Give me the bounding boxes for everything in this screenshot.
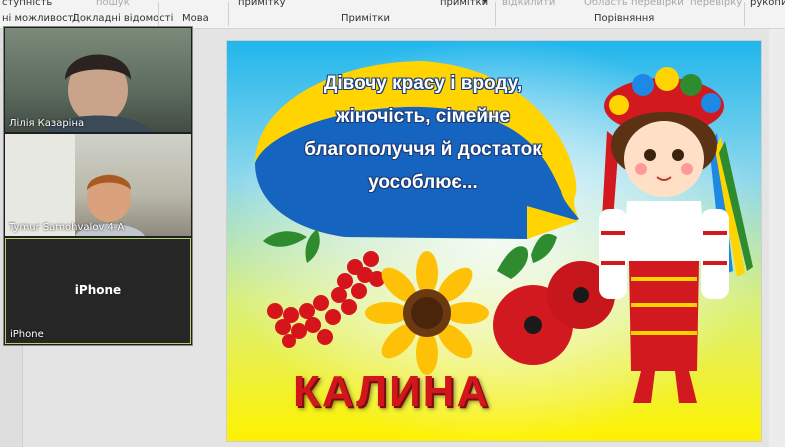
participant-name: iPhone <box>10 329 44 340</box>
presentation-slide: Дівочу красу і вроду, жіночість, сімейне… <box>226 40 762 442</box>
ribbon-toolbar: ступність пошук ні можливості Докладні в… <box>0 0 785 29</box>
new-note-button[interactable]: примітку <box>238 0 286 8</box>
participant-name: Tymur Samohvalov 4-А <box>9 222 125 233</box>
sunflower-icon <box>365 251 489 375</box>
chevron-down-icon[interactable]: ▾ <box>483 0 487 6</box>
participant-video-tile[interactable]: Лілія Казаріна <box>5 28 191 132</box>
participant-avatar <box>5 134 145 236</box>
vertical-scrollbar[interactable] <box>769 29 785 447</box>
quote-line: жіночість, сімейне <box>336 106 510 127</box>
poppy-flowers-icon <box>493 233 615 365</box>
compare-group-label: Порівняння <box>594 13 655 24</box>
slide-quote-text: Дівочу красу і вроду, жіночість, сімейне… <box>273 67 573 199</box>
participant-video-tile[interactable]: iPhone iPhone <box>5 238 191 344</box>
notes-group-label: Примітки <box>341 13 391 24</box>
quote-line: уособлює... <box>368 172 478 193</box>
end-review-button[interactable]: перевірку <box>690 0 742 8</box>
handwriting-button[interactable]: рукопис <box>750 0 785 8</box>
participant-video-tile[interactable]: Tymur Samohvalov 4-А <box>5 134 191 236</box>
quote-line: благополуччя й достаток <box>304 139 542 160</box>
participant-name: Лілія Казаріна <box>9 118 85 129</box>
accessibility-label[interactable]: ступність <box>2 0 52 8</box>
review-pane-button[interactable]: Область перевірки <box>584 0 684 8</box>
participant-display-name: iPhone <box>74 283 122 297</box>
quote-line: Дівочу красу і вроду, <box>323 73 523 94</box>
language-group-label: Мова <box>182 13 209 24</box>
reject-button[interactable]: відкилити <box>502 0 555 8</box>
participant-avatar <box>45 54 151 132</box>
viburnum-cluster-icon <box>263 229 385 348</box>
show-notes-button[interactable]: примітки <box>440 0 488 8</box>
search-label[interactable]: пошук <box>96 0 130 8</box>
slide-title: КАЛИНА <box>293 367 491 416</box>
tab-options[interactable]: ні можливості <box>2 13 76 24</box>
ukrainian-girl-illustration <box>599 67 753 403</box>
video-gallery[interactable]: Лілія Казаріна Tymur Samohvalov 4-А iPho… <box>3 26 193 346</box>
